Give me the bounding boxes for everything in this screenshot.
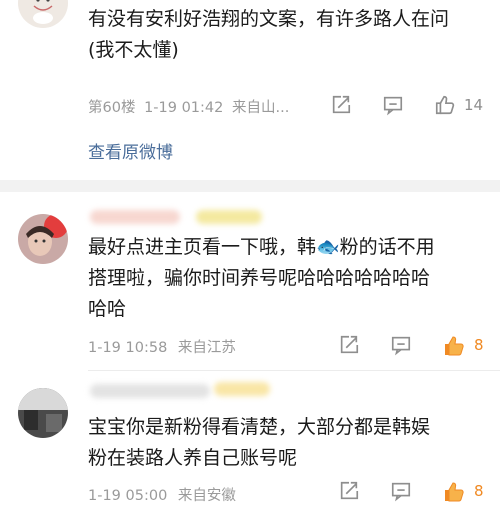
- share-icon[interactable]: [338, 480, 362, 504]
- section-divider: [0, 180, 500, 192]
- like-count: 8: [474, 482, 484, 500]
- comment-meta: 1-19 10:58 来自江苏: [88, 336, 236, 357]
- comment-meta: 第60楼 1-19 01:42 来自山...: [88, 96, 289, 117]
- comment-actions: 8: [338, 480, 490, 504]
- location: 来自江苏: [177, 340, 236, 356]
- avatar[interactable]: [18, 214, 68, 264]
- like-count: 14: [464, 96, 484, 114]
- comment-actions: 14: [330, 94, 490, 118]
- user-badge-blurred: [196, 210, 262, 224]
- comment-actions: 8: [338, 334, 490, 358]
- location: 来自山...: [231, 100, 290, 116]
- comment-meta: 1-19 05:00 来自安徽: [88, 484, 236, 505]
- share-icon[interactable]: [330, 94, 354, 118]
- share-icon[interactable]: [338, 334, 362, 358]
- comment-text: 宝宝你是新粉得看清楚，大部分都是韩娱 粉在装路人养自己账号呢: [88, 416, 431, 469]
- comment-icon[interactable]: [390, 334, 414, 358]
- comment-2: 最好点进主页看一下哦，韩🐟粉的话不用 搭理啦，骗你时间养号呢哈哈哈哈哈哈哈 哈哈…: [0, 192, 500, 372]
- comment-text: 最好点进主页看一下哦，韩🐟粉的话不用 搭理啦，骗你时间养号呢哈哈哈哈哈哈哈 哈哈: [88, 236, 435, 320]
- comment-icon[interactable]: [382, 94, 406, 118]
- like-count: 8: [474, 336, 484, 354]
- username-blurred: [90, 210, 180, 224]
- view-original-link[interactable]: 查看原微博: [88, 138, 173, 163]
- floor-number: 第60楼: [88, 100, 136, 116]
- timestamp: 1-19 05:00: [88, 488, 168, 504]
- comment-1: 有没有安利好浩翔的文案，有许多路人在问 (我不太懂) 第60楼 1-19 01:…: [0, 0, 500, 180]
- location: 来自安徽: [177, 488, 236, 504]
- avatar[interactable]: [18, 0, 68, 28]
- like-icon[interactable]: [434, 94, 458, 118]
- username-blurred: [90, 384, 210, 398]
- like-icon[interactable]: [442, 480, 466, 504]
- row-divider: [88, 370, 500, 371]
- comment-3: 宝宝你是新粉得看清楚，大部分都是韩娱 粉在装路人养自己账号呢 1-19 05:0…: [0, 372, 500, 514]
- timestamp: 1-19 10:58: [88, 340, 168, 356]
- avatar[interactable]: [18, 388, 68, 438]
- like-icon[interactable]: [442, 334, 466, 358]
- user-badge-blurred: [214, 382, 270, 396]
- comment-icon[interactable]: [390, 480, 414, 504]
- timestamp: 1-19 01:42: [144, 100, 224, 116]
- comment-text: 有没有安利好浩翔的文案，有许多路人在问 (我不太懂): [88, 8, 450, 61]
